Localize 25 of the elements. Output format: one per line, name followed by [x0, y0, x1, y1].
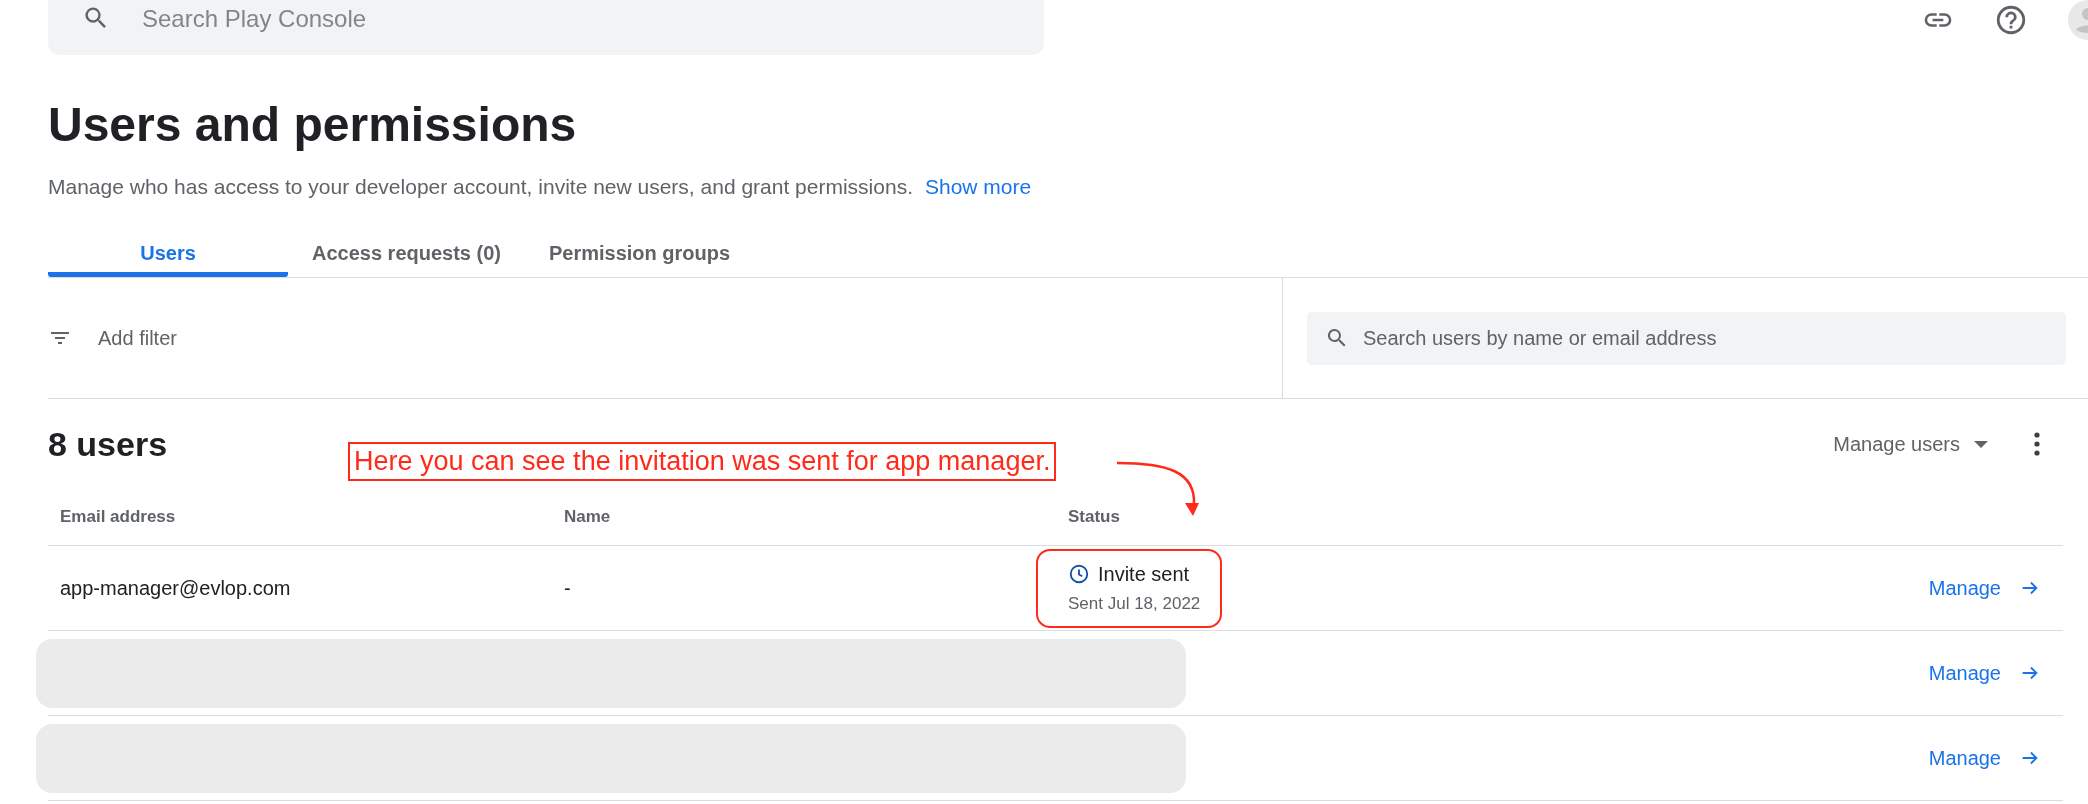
caret-icon	[1974, 440, 1988, 448]
tab[interactable]: Access requests (0)	[288, 235, 525, 277]
page-title: Users and permissions	[48, 97, 578, 153]
user-search-field[interactable]: Search users by name or email address	[1307, 311, 2066, 365]
show-more-link[interactable]: Show more	[924, 175, 1032, 199]
search-field[interactable]: Search Play Console	[48, 0, 1044, 55]
email-cell-text: app-manager@evlop.com	[59, 576, 292, 600]
column-header: Name	[563, 507, 612, 527]
column-header: Status	[1067, 507, 1121, 527]
user-count: 8 users	[48, 424, 168, 464]
more-options-icon[interactable]	[2034, 432, 2040, 456]
tab[interactable]: Permission groups	[525, 235, 755, 277]
add-filter-button[interactable]: Add filter	[48, 326, 177, 350]
status-date: Sent Jul 18, 2022	[1068, 593, 1201, 614]
page-description: Manage who has access to your developer account, invite new users, and grant permissions.	[48, 175, 913, 199]
clock-icon	[1068, 563, 1090, 585]
name-cell-text: -	[563, 576, 572, 600]
column-header: Email address	[59, 507, 177, 527]
manage-link[interactable]: Manage	[1928, 576, 2063, 600]
annotation-callout: Here you can see the invitation was sent for app manager.	[348, 442, 1057, 481]
manage-link[interactable]: Manage	[1928, 746, 2063, 770]
manage-users-dropdown[interactable]: Manage users	[1827, 431, 1994, 457]
tab[interactable]: Users	[48, 235, 288, 277]
status-text: Invite sent	[1098, 562, 1190, 586]
manage-link[interactable]: Manage	[1928, 661, 2063, 685]
